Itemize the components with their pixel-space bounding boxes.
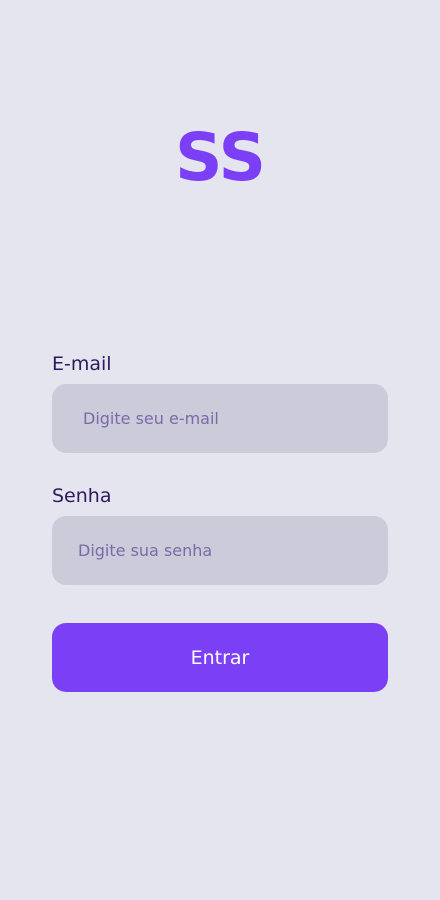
email-label: E-mail bbox=[52, 353, 112, 375]
password-field[interactable] bbox=[52, 516, 388, 585]
email-field[interactable] bbox=[52, 384, 388, 453]
password-label: Senha bbox=[52, 485, 112, 507]
app-logo: SS bbox=[174, 119, 266, 196]
login-button[interactable]: Entrar bbox=[52, 623, 388, 692]
